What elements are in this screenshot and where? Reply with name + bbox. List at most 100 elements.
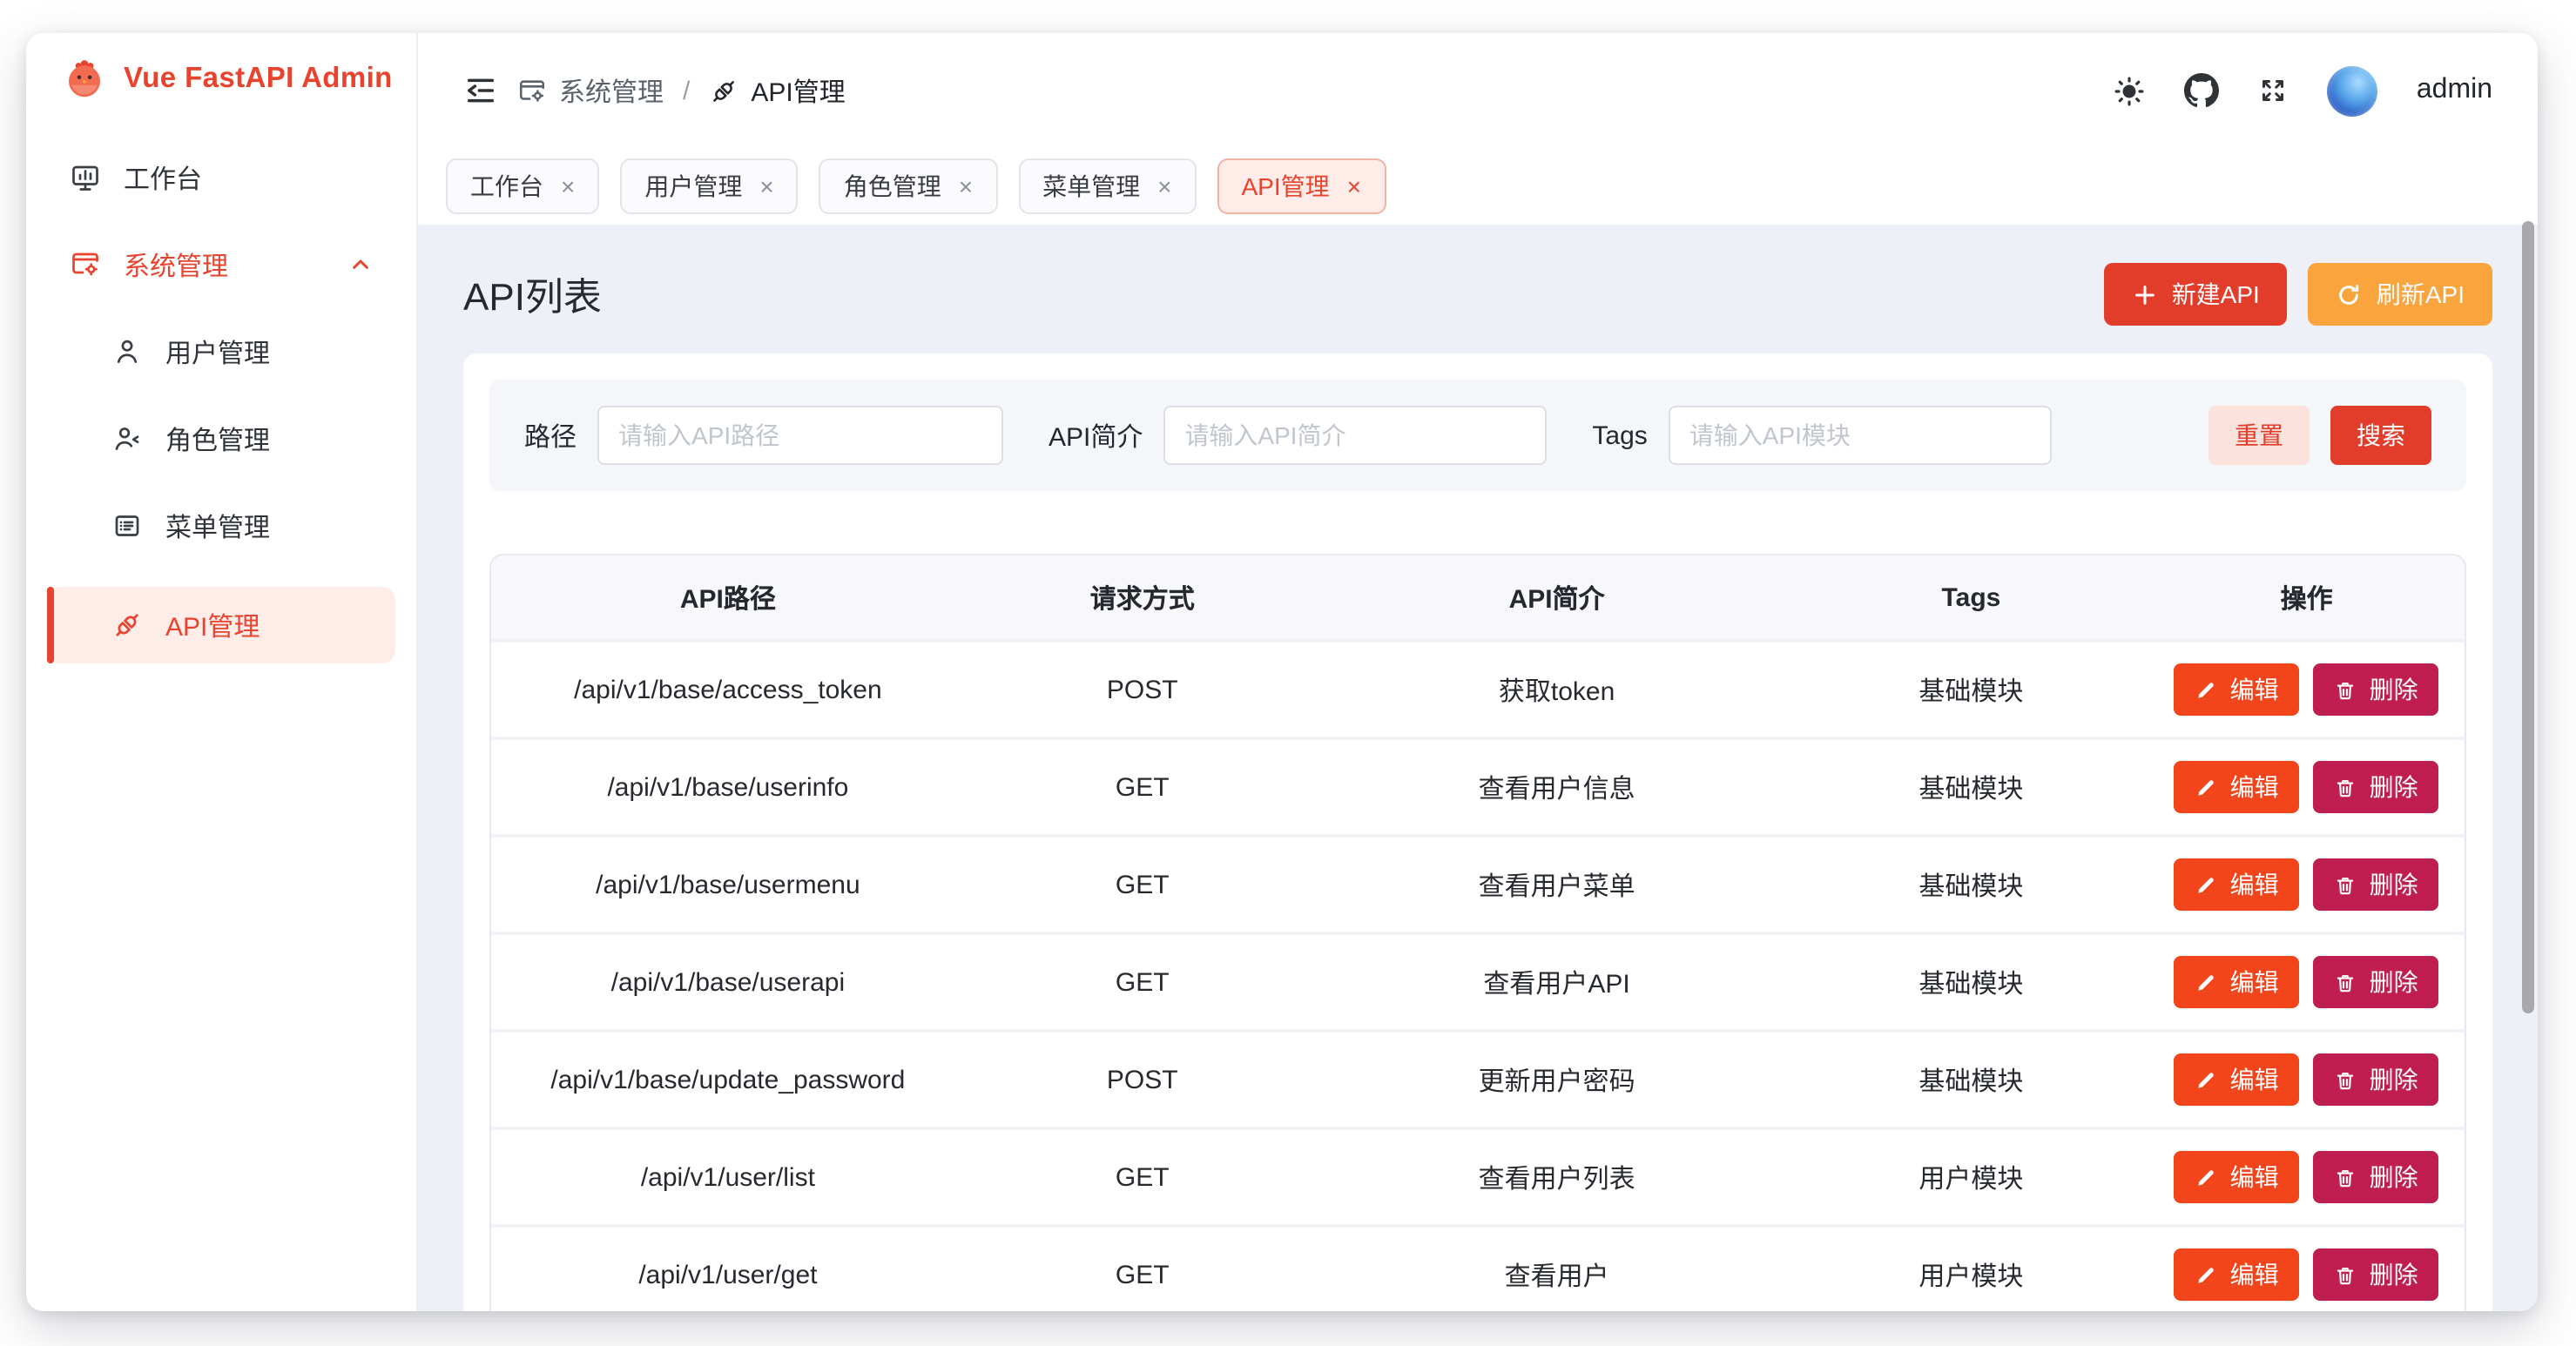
pencil-icon [2195, 776, 2218, 798]
pencil-icon [2195, 971, 2218, 993]
actions-cell: 编辑 删除 [2148, 1151, 2465, 1203]
app-window: Vue FastAPI Admin 工作台 [26, 33, 2538, 1311]
tab-roles[interactable]: 角色管理 × [819, 158, 997, 214]
api-path-cell: /api/v1/base/update_password [491, 1065, 965, 1094]
app-title: Vue FastAPI Admin [124, 63, 393, 96]
sidebar-item-system[interactable]: 系统管理 [47, 232, 395, 298]
tab-close-icon[interactable]: × [959, 174, 973, 199]
edit-button[interactable]: 编辑 [2175, 1248, 2300, 1301]
edit-button[interactable]: 编辑 [2175, 663, 2300, 716]
api-path-cell: /api/v1/base/userapi [491, 967, 965, 997]
monitor-icon [70, 162, 101, 193]
tags-cell: 基础模块 [1794, 866, 2149, 903]
trash-icon [2335, 971, 2357, 993]
sidebar-item-api[interactable]: API管理 [47, 587, 395, 663]
column-header-actions: 操作 [2148, 579, 2465, 616]
tab-close-icon[interactable]: × [1157, 174, 1171, 199]
method-cell: POST [965, 675, 1320, 704]
tab-users[interactable]: 用户管理 × [620, 158, 798, 214]
delete-button[interactable]: 删除 [2314, 1053, 2439, 1106]
system-settings-icon [70, 249, 101, 280]
tags-cell: 用户模块 [1794, 1256, 2149, 1293]
refresh-api-button[interactable]: 刷新API [2309, 263, 2492, 326]
api-path-cell: /api/v1/base/usermenu [491, 870, 965, 899]
tab-menus[interactable]: 菜单管理 × [1018, 158, 1196, 214]
vertical-scrollbar[interactable] [2522, 221, 2534, 1013]
summary-cell: 查看用户列表 [1320, 1159, 1794, 1195]
filter-path: 路径 [524, 406, 1003, 465]
delete-button[interactable]: 删除 [2314, 858, 2439, 911]
edit-button[interactable]: 编辑 [2175, 1151, 2300, 1203]
sidebar-menu: 工作台 系统管理 [26, 145, 416, 663]
tags-input[interactable] [1669, 406, 2052, 465]
column-header-summary: API简介 [1320, 579, 1794, 616]
theme-sun-icon[interactable] [2114, 74, 2147, 107]
tab-api[interactable]: API管理 × [1217, 158, 1386, 214]
page: Vue FastAPI Admin 工作台 [0, 0, 2576, 1346]
delete-button[interactable]: 删除 [2314, 1248, 2439, 1301]
pencil-icon [2195, 1068, 2218, 1091]
menu-list-icon [111, 510, 143, 542]
sidebar-collapse-icon[interactable] [463, 73, 498, 108]
edit-button[interactable]: 编辑 [2175, 858, 2300, 911]
edit-button[interactable]: 编辑 [2175, 761, 2300, 813]
summary-cell: 查看用户API [1320, 964, 1794, 1000]
table-row: /api/v1/base/userinfo GET 查看用户信息 基础模块 编辑… [491, 737, 2465, 834]
edit-button[interactable]: 编辑 [2175, 1053, 2300, 1106]
summary-input[interactable] [1163, 406, 1547, 465]
tags-cell: 基础模块 [1794, 964, 2149, 1000]
tab-workbench[interactable]: 工作台 × [446, 158, 599, 214]
actions-cell: 编辑 删除 [2148, 761, 2465, 813]
delete-button[interactable]: 删除 [2314, 956, 2439, 1008]
chevron-up-icon [347, 251, 374, 279]
user-avatar[interactable] [2328, 65, 2378, 116]
table-row: /api/v1/base/update_password POST 更新用户密码… [491, 1029, 2465, 1127]
delete-button[interactable]: 删除 [2314, 761, 2439, 813]
breadcrumb-item-system[interactable]: 系统管理 [517, 72, 664, 109]
create-api-button[interactable]: 新建API [2104, 263, 2288, 326]
method-cell: GET [965, 772, 1320, 802]
breadcrumb: 系统管理 / API管理 [463, 72, 846, 109]
sidebar-item-roles[interactable]: 角色管理 [47, 406, 395, 472]
column-header-tags: Tags [1794, 582, 2149, 612]
fullscreen-icon[interactable] [2258, 75, 2289, 106]
breadcrumb-separator: / [683, 76, 690, 105]
actions-cell: 编辑 删除 [2148, 858, 2465, 911]
reset-button[interactable]: 重置 [2208, 406, 2310, 465]
sidebar-item-label: 用户管理 [165, 333, 270, 370]
tags-label: Tags [1592, 421, 1647, 450]
api-table: API路径 请求方式 API简介 Tags 操作 /api/v1/base/ac… [489, 554, 2466, 1311]
sidebar-item-workbench[interactable]: 工作台 [47, 145, 395, 211]
edit-button[interactable]: 编辑 [2175, 956, 2300, 1008]
api-path-cell: /api/v1/user/get [491, 1260, 965, 1289]
tags-cell: 用户模块 [1794, 1159, 2149, 1195]
main-pane: 系统管理 / API管理 [418, 33, 2538, 1311]
sidebar-item-menus[interactable]: 菜单管理 [47, 493, 395, 559]
user-icon [111, 336, 143, 367]
chick-logo-icon [61, 56, 108, 103]
app-logo: Vue FastAPI Admin [26, 33, 416, 103]
sidebar-item-users[interactable]: 用户管理 [47, 319, 395, 385]
delete-button[interactable]: 删除 [2314, 663, 2439, 716]
sidebar-item-label: API管理 [165, 607, 260, 643]
actions-cell: 编辑 删除 [2148, 1248, 2465, 1301]
breadcrumb-item-api[interactable]: API管理 [709, 72, 845, 109]
tab-close-icon[interactable]: × [1347, 174, 1361, 199]
trash-icon [2335, 1166, 2357, 1188]
trash-icon [2335, 1068, 2357, 1091]
search-button[interactable]: 搜索 [2330, 406, 2431, 465]
pencil-icon [2195, 873, 2218, 896]
path-input[interactable] [597, 406, 1003, 465]
github-icon[interactable] [2185, 73, 2220, 108]
tab-close-icon[interactable]: × [759, 174, 773, 199]
summary-cell: 查看用户菜单 [1320, 866, 1794, 903]
pencil-icon [2195, 1166, 2218, 1188]
tags-cell: 基础模块 [1794, 769, 2149, 805]
sidebar-item-label: 工作台 [124, 159, 202, 196]
api-path-cell: /api/v1/base/userinfo [491, 772, 965, 802]
delete-button[interactable]: 删除 [2314, 1151, 2439, 1203]
tab-close-icon[interactable]: × [561, 174, 575, 199]
trash-icon [2335, 678, 2357, 701]
username[interactable]: admin [2417, 75, 2492, 106]
filter-summary: API简介 [1049, 406, 1547, 465]
